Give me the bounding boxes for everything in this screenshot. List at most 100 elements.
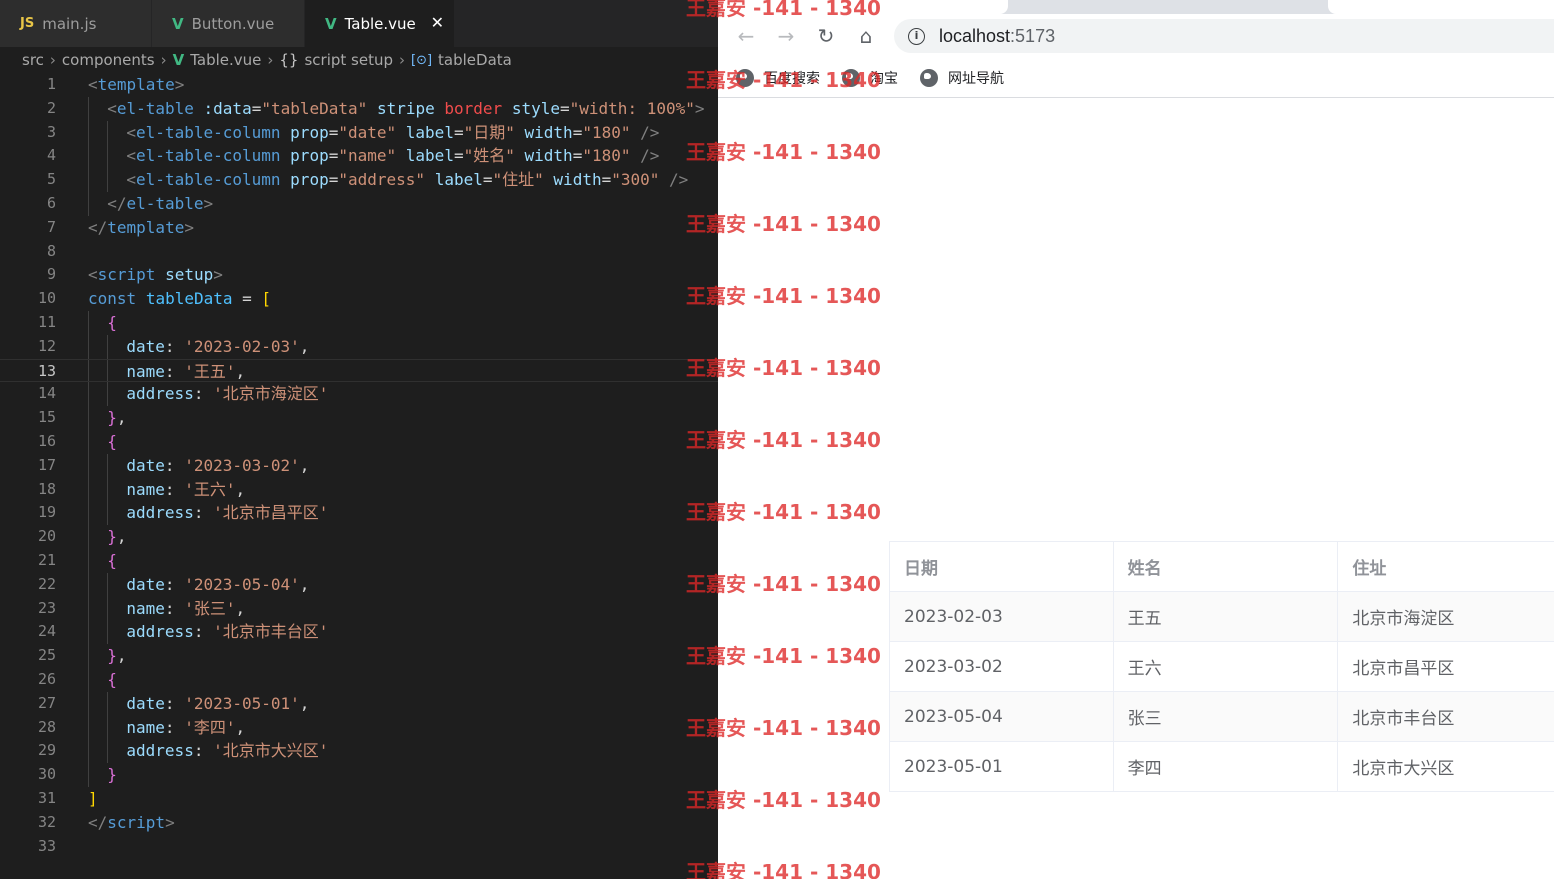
code-token: <	[88, 75, 98, 94]
indent-guide	[107, 382, 109, 407]
code-line[interactable]: 14 address: '北京市海淀区'	[0, 382, 718, 407]
cell-name: 王六	[1114, 642, 1339, 691]
tab-button-vue[interactable]: V Button.vue	[152, 0, 305, 47]
address-bar[interactable]: i localhost:5173	[894, 19, 1554, 53]
breadcrumb-item[interactable]: tableData	[438, 51, 512, 69]
code-line[interactable]: 20},	[0, 525, 718, 549]
indent-guide	[107, 620, 109, 645]
code-line[interactable]: 11 {	[0, 310, 718, 335]
code-line[interactable]: 33	[0, 835, 718, 859]
line-number: 19	[37, 503, 56, 522]
code-line[interactable]: 31]	[0, 787, 718, 811]
indent-guide	[88, 644, 89, 668]
code-line[interactable]: 8	[0, 240, 718, 264]
line-number: 24	[37, 622, 56, 641]
breadcrumb-item[interactable]: src	[22, 51, 44, 69]
tab-label: Button.vue	[191, 14, 275, 33]
back-icon[interactable]: ←	[732, 22, 760, 50]
code-line[interactable]: 26 {	[0, 667, 718, 692]
line-number: 2	[46, 98, 56, 117]
code-line[interactable]: 7 </template>	[0, 216, 718, 240]
bookmark-taobao[interactable]: 淘宝	[842, 68, 898, 88]
info-icon[interactable]: i	[908, 27, 925, 45]
home-icon[interactable]: ⌂	[852, 22, 880, 50]
code-token: width	[524, 146, 573, 166]
code-line[interactable]: 19 address: '北京市昌平区'	[0, 501, 718, 526]
code-line[interactable]: 28 name: '李四',	[0, 715, 718, 740]
browser-tab[interactable]	[1328, 0, 1554, 14]
variable-icon: [⊙]	[411, 52, 433, 68]
code-line[interactable]: 6 </el-table>	[0, 191, 718, 216]
code-token: template	[107, 217, 185, 237]
breadcrumb-item[interactable]: script setup	[304, 51, 393, 69]
code-area[interactable]: 1 <template> 2 <el-table :data="tableData" …	[0, 73, 718, 858]
code-token: :	[193, 503, 214, 523]
line-number: 20	[37, 527, 56, 546]
tab-table-vue[interactable]: V Table.vue ✕	[305, 0, 455, 47]
code-line[interactable]: 23 name: '张三',	[0, 596, 718, 621]
code-text: name: '王六',	[126, 478, 245, 502]
table-header-row: 日期 姓名 住址	[890, 542, 1554, 592]
code-line[interactable]: 3 <el-table-column prop="date" label="日期"…	[0, 120, 718, 145]
code-line[interactable]: 1 <template>	[0, 73, 718, 97]
globe-icon	[920, 68, 938, 87]
code-line[interactable]: 5 <el-table-column prop="address" label="…	[0, 168, 718, 192]
code-line[interactable]: 12 date: '2023-02-03',	[0, 334, 718, 359]
code-line[interactable]: 22 date: '2023-05-04',	[0, 572, 718, 597]
indent-guide	[88, 667, 89, 692]
code-line[interactable]: 15},	[0, 406, 718, 430]
code-line[interactable]: 10 const tableData = [	[0, 287, 718, 311]
indent-guide	[88, 572, 89, 597]
code-token: date	[126, 455, 165, 475]
code-token: "180"	[582, 122, 631, 142]
code-line[interactable]: 4 <el-table-column prop="name" label="姓名"…	[0, 144, 718, 169]
breadcrumb-item[interactable]: components	[62, 51, 155, 69]
line-number: 27	[37, 693, 56, 712]
indent-guide	[107, 477, 109, 502]
code-line[interactable]: 9 <script setup>	[0, 263, 718, 287]
close-tab-icon[interactable]: ✕	[431, 13, 444, 32]
code-line[interactable]: 29 address: '北京市大兴区'	[0, 739, 718, 764]
code-line[interactable]: 32 </script>	[0, 811, 718, 835]
browser-tab-strip	[718, 0, 1554, 14]
line-number: 23	[37, 598, 56, 617]
code-line[interactable]: 27 date: '2023-05-01',	[0, 691, 718, 716]
code-token: date	[126, 574, 165, 594]
code-line[interactable]: 25},	[0, 644, 718, 668]
code-line[interactable]: 13 name: '王五',	[0, 358, 718, 383]
line-number: 33	[37, 836, 56, 855]
bookmark-nav[interactable]: 网址导航	[920, 68, 1004, 88]
code-line[interactable]: 2 <el-table :data="tableData" stripe bord…	[0, 96, 718, 121]
browser-tab[interactable]	[718, 0, 1008, 14]
code-token: style	[511, 98, 560, 118]
code-token: <	[126, 122, 137, 142]
code-token: el-table-column	[136, 122, 281, 142]
code-line[interactable]: 21 {	[0, 548, 718, 573]
reload-icon[interactable]: ↻	[812, 22, 840, 50]
tab-main-js[interactable]: JS main.js	[0, 0, 152, 47]
cell-name: 王五	[1114, 592, 1339, 641]
breadcrumb: src › components › V Table.vue › {} scri…	[0, 47, 718, 73]
code-line[interactable]: 18 name: '王六',	[0, 477, 718, 502]
code-token: }	[107, 765, 117, 785]
indent-guide	[88, 763, 89, 787]
indent-guide	[107, 715, 109, 740]
code-line[interactable]: 16 {	[0, 429, 718, 454]
line-number: 13	[37, 361, 56, 380]
code-token: "width: 100%"	[569, 98, 695, 118]
code-line[interactable]: 24 address: '北京市丰台区'	[0, 620, 718, 645]
code-token: address	[126, 622, 194, 642]
code-text: name: '李四',	[126, 716, 245, 740]
code-token: }	[107, 646, 117, 666]
code-token: =	[572, 146, 583, 166]
line-number: 26	[37, 669, 56, 688]
bookmark-baidu[interactable]: 百度搜索	[736, 68, 820, 88]
code-token: :	[164, 336, 185, 356]
code-text: date: '2023-05-01',	[126, 692, 309, 716]
breadcrumb-item[interactable]: Table.vue	[190, 51, 261, 69]
code-line[interactable]: 17 date: '2023-03-02',	[0, 453, 718, 478]
forward-icon[interactable]: →	[772, 22, 800, 50]
code-line[interactable]: 30}	[0, 763, 718, 787]
